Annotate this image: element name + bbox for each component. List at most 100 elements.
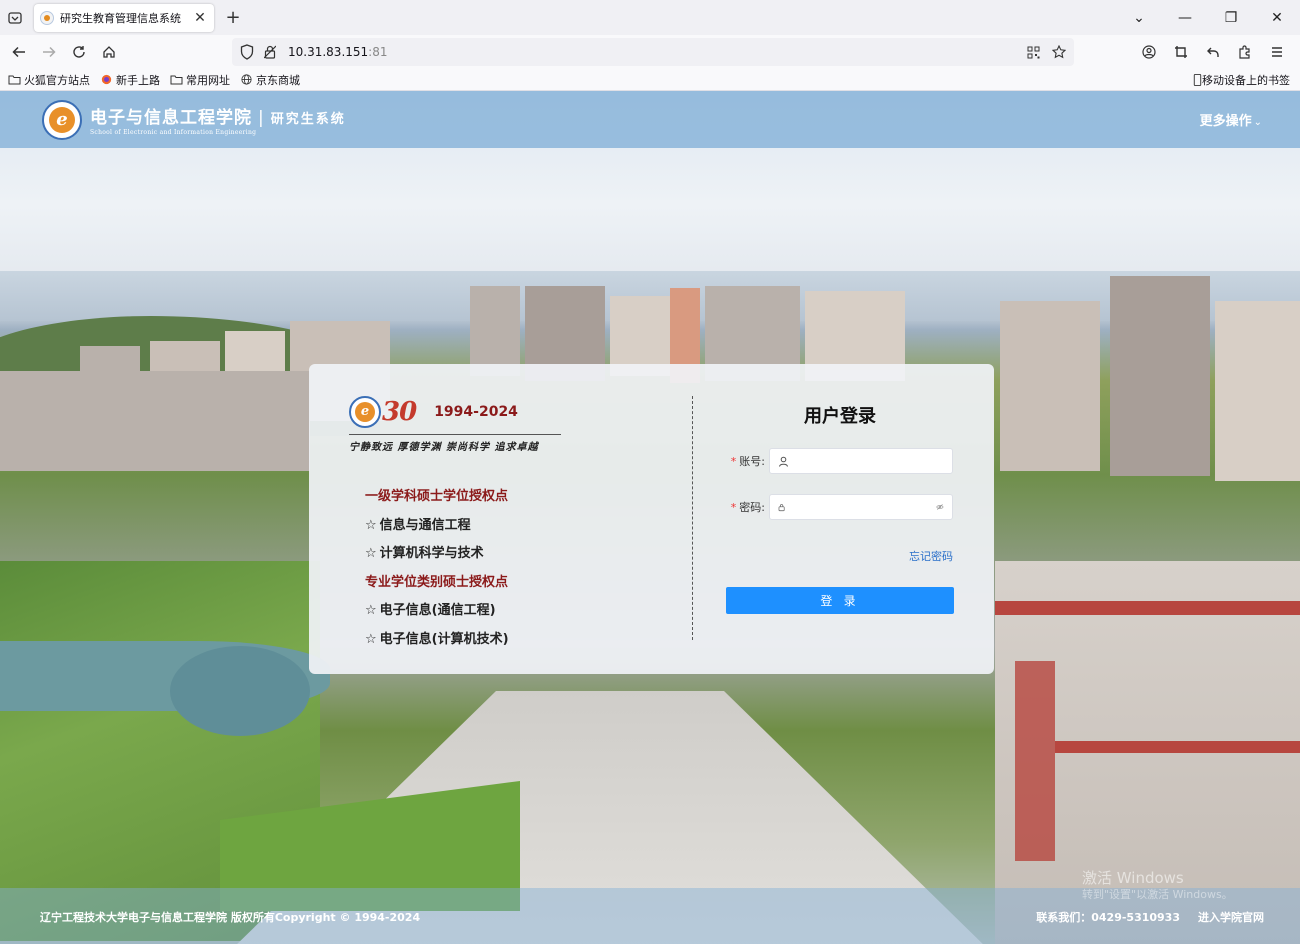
back-button[interactable] (4, 38, 34, 66)
password-label-text: 密码: (739, 501, 765, 514)
browser-tab-bar: 研究生教育管理信息系统 ✕ + ⌄ — ❐ ✕ (0, 0, 1300, 35)
school-name: 电子与信息工程学院 (90, 108, 252, 128)
bookmark-star-icon[interactable] (1052, 45, 1066, 59)
password-input-box[interactable] (769, 494, 953, 520)
forward-button[interactable] (34, 38, 64, 66)
login-card: e 30 1994-2024 宁静致远 厚德学渊 崇尚科学 追求卓越 一级学科硕… (309, 364, 994, 674)
minimize-button[interactable]: — (1162, 10, 1208, 26)
navigation-toolbar: 10.31.83.151:81 (0, 35, 1300, 69)
password-field-row: * 密码: (725, 494, 955, 520)
bookmark-item[interactable]: 京东商城 (240, 72, 300, 88)
list-item: ☆ 电子信息(计算机技术) (365, 626, 649, 655)
password-input[interactable] (791, 497, 937, 517)
footer-links: 联系我们：0429-5310933 进入学院官网 (1036, 909, 1264, 925)
crop-icon (1175, 46, 1187, 58)
login-page: e 电子与信息工程学院 | 研究生系统 School of Electronic a… (0, 91, 1300, 944)
account-input-box[interactable] (769, 448, 953, 474)
qr-code-icon[interactable] (1027, 46, 1040, 59)
forgot-password-link[interactable]: 忘记密码 (725, 548, 953, 564)
insecure-lock-icon[interactable] (264, 45, 276, 59)
school-logo-icon: e (42, 99, 82, 140)
close-window-button[interactable]: ✕ (1254, 10, 1300, 26)
anniversary-banner: e 30 1994-2024 (349, 396, 649, 428)
system-name: 研究生系统 (270, 112, 346, 127)
url-host: 10.31.83.151 (288, 45, 369, 59)
star-icon: ☆ (365, 603, 377, 618)
windows-activation-hint: 转到"设置"以激活 Windows。 (1082, 888, 1233, 901)
background-town (0, 371, 310, 471)
bookmarks-toolbar: 火狐官方站点 新手上路 常用网址 京东商城 移动设备上的书签 (0, 69, 1300, 91)
bookmark-label: 火狐官方站点 (24, 73, 90, 87)
account-input[interactable] (795, 451, 944, 471)
chevron-down-icon: ⌄ (1253, 117, 1262, 128)
user-icon (779, 456, 788, 467)
login-form: 用户登录 * 账号: * 密码: 忘记密码 登 录 (725, 364, 955, 614)
authorization-list: 一级学科硕士学位授权点 ☆ 信息与通信工程 ☆ 计算机科学与技术 专业学位类别硕士授… (365, 483, 649, 654)
list-item-label: 电子信息(通信工程) (379, 603, 496, 618)
url-port: :81 (368, 45, 388, 59)
required-mark: * (730, 501, 737, 514)
copyright-text: 辽宁工程技术大学电子与信息工程学院 版权所有Copyright © 1994-2… (40, 911, 421, 924)
bookmark-label: 常用网址 (186, 73, 230, 87)
college-motto: 宁静致远 厚德学渊 崇尚科学 追求卓越 (349, 434, 561, 453)
star-icon: ☆ (365, 631, 377, 647)
account-button[interactable] (1134, 38, 1164, 66)
brand-separator: | (258, 108, 265, 128)
folder-icon (170, 75, 183, 85)
password-label: * 密码: (725, 499, 769, 515)
hamburger-menu-icon (1272, 47, 1282, 57)
background-building (470, 286, 520, 376)
reload-button[interactable] (64, 38, 94, 66)
eye-hidden-icon[interactable] (936, 502, 944, 512)
screenshot-button[interactable] (1166, 38, 1196, 66)
active-tab[interactable]: 研究生教育管理信息系统 ✕ (34, 3, 214, 32)
card-divider (692, 396, 693, 640)
professional-heading: 专业学位类别硕士授权点 (365, 574, 509, 590)
bookmark-item[interactable]: 火狐官方站点 (8, 72, 90, 88)
building-wall (1015, 661, 1055, 861)
globe-icon (241, 74, 252, 85)
first-level-heading: 一级学科硕士学位授权点 (365, 489, 509, 504)
college-intro: e 30 1994-2024 宁静致远 厚德学渊 崇尚科学 追求卓越 一级学科硕… (349, 396, 649, 654)
account-label: * 账号: (725, 453, 769, 469)
restore-button[interactable]: ❐ (1208, 10, 1254, 26)
background-building (1215, 301, 1300, 481)
windows-activation-watermark: 激活 Windows (1082, 869, 1184, 887)
bookmark-item[interactable]: 新手上路 (100, 72, 160, 88)
tab-overflow-chevron-icon[interactable]: ⌄ (1116, 10, 1162, 26)
login-button[interactable]: 登 录 (726, 587, 954, 614)
list-item: ☆ 电子信息(通信工程) (365, 597, 649, 626)
list-item-label: 计算机科学与技术 (379, 546, 484, 561)
tracking-shield-icon[interactable] (240, 44, 254, 60)
background-pond (170, 646, 310, 736)
school-name-en: School of Electronic and Information Eng… (90, 129, 257, 136)
app-menu-button[interactable] (1262, 38, 1292, 66)
list-item-label: 信息与通信工程 (379, 517, 471, 533)
bookmark-item[interactable]: 常用网址 (170, 72, 230, 88)
undo-arrow-icon (1207, 47, 1219, 57)
firefox-icon (101, 74, 112, 85)
extensions-button[interactable] (1230, 38, 1260, 66)
tab-title: 研究生教育管理信息系统 (60, 11, 181, 25)
folder-icon (8, 75, 21, 85)
puzzle-icon (1239, 45, 1250, 59)
new-tab-button[interactable]: + (218, 7, 248, 28)
tab-close-icon[interactable]: ✕ (192, 10, 208, 26)
official-site-link[interactable]: 进入学院官网 (1198, 909, 1264, 925)
account-label-text: 账号: (739, 455, 765, 468)
tab-list-button[interactable] (0, 0, 30, 35)
mobile-bookmarks[interactable]: 移动设备上的书签 (1193, 72, 1290, 88)
background-building (1110, 276, 1210, 476)
building-roof (1055, 741, 1300, 753)
lock-icon (778, 503, 785, 511)
required-mark: * (730, 455, 737, 468)
address-bar[interactable]: 10.31.83.151:81 (232, 38, 1074, 66)
more-operations-menu[interactable]: 更多操作 ⌄ (1200, 110, 1262, 129)
anniversary-logo-icon: e (349, 396, 381, 428)
star-icon: ☆ (365, 546, 377, 561)
bookmark-label: 新手上路 (116, 73, 160, 87)
list-item: ☆ 信息与通信工程 (365, 512, 649, 541)
home-button[interactable] (94, 38, 124, 66)
mobile-bookmarks-label: 移动设备上的书签 (1202, 73, 1290, 87)
history-back-button[interactable] (1198, 38, 1228, 66)
